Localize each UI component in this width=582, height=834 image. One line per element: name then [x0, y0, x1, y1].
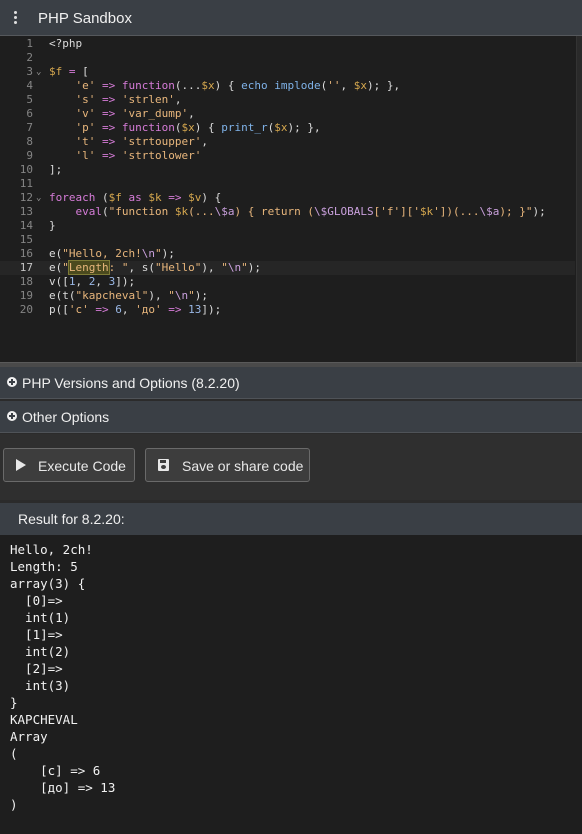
code-line[interactable]: 3 ⌄ $f = [: [0, 65, 575, 79]
code-text: <?php: [49, 37, 83, 50]
code-text: v([1, 2, 3]);: [49, 275, 136, 288]
other-options-section[interactable]: Other Options: [0, 401, 582, 433]
code-line[interactable]: 4 'e' => function(...$x) { echo implode(…: [0, 79, 575, 93]
output-line: Array: [10, 729, 48, 744]
code-line[interactable]: 7 'p' => function($x) { print_r($x); },: [0, 121, 575, 135]
output-line: int(3): [10, 678, 71, 693]
line-number: 1: [26, 37, 33, 50]
php-versions-label: PHP Versions and Options (8.2.20): [22, 375, 240, 391]
output-line: [2]=>: [10, 661, 63, 676]
php-versions-section[interactable]: PHP Versions and Options (8.2.20): [0, 367, 582, 399]
code-editor[interactable]: 1 <?php 2 3 ⌄ $f = [4 'e' => function(...$x) …: [0, 36, 582, 362]
code-line[interactable]: 2: [0, 51, 575, 65]
output-line: [до] => 13: [10, 780, 116, 795]
save-share-button[interactable]: Save or share code: [145, 448, 310, 482]
output-line: int(2): [10, 644, 71, 659]
line-number: 4: [26, 79, 33, 92]
code-text: foreach ($f as $k => $v) {: [49, 191, 222, 204]
output-line: }: [10, 695, 18, 710]
line-number: 15: [19, 233, 33, 246]
result-title: Result for 8.2.20:: [18, 511, 125, 527]
code-line[interactable]: 12 ⌄ foreach ($f as $k => $v) {: [0, 191, 575, 205]
code-text: p(['c' => 6, 'до' => 13]);: [49, 303, 222, 316]
code-line[interactable]: 9 'l' => 'strtolower': [0, 149, 575, 163]
code-text: e("Length: ", s("Hello"), "\n");: [49, 260, 261, 275]
line-number: 10: [19, 163, 33, 176]
other-options-label: Other Options: [22, 409, 110, 425]
code-line[interactable]: 14}: [0, 219, 575, 233]
play-icon: [16, 459, 26, 471]
output-line: [c] => 6: [10, 763, 101, 778]
action-bar: Execute Code Save or share code: [0, 434, 582, 500]
output-line: ): [10, 797, 18, 812]
code-line[interactable]: 18 v([1, 2, 3]);: [0, 275, 575, 289]
code-line[interactable]: 17 e("Length: ", s("Hello"), "\n");: [0, 260, 575, 275]
code-line[interactable]: 20 p(['c' => 6, 'до' => 13]);: [0, 303, 575, 317]
line-number: 16: [19, 247, 33, 260]
output-line: int(1): [10, 610, 71, 625]
line-number: 13: [19, 205, 33, 218]
line-number: 19: [19, 289, 33, 302]
kebab-menu-icon[interactable]: [10, 10, 22, 26]
code-text: 'l' => 'strtolower': [75, 149, 202, 162]
code-text: 'v' => 'var_dump',: [75, 107, 195, 120]
code-line[interactable]: 6 'v' => 'var_dump',: [0, 107, 575, 121]
line-number: 8: [26, 135, 33, 148]
expand-plus-icon: [7, 377, 17, 387]
line-number: 18: [19, 275, 33, 288]
line-number: 5: [26, 93, 33, 106]
output-line: array(3) {: [10, 576, 86, 591]
line-number: 14: [19, 219, 33, 232]
code-text: $f = [: [49, 65, 89, 78]
code-text: 's' => 'strlen',: [75, 93, 182, 106]
code-text: eval("function $k(...\$a) { return (\$GL…: [75, 205, 546, 218]
app-title: PHP Sandbox: [38, 10, 132, 27]
line-number: 3: [26, 65, 33, 78]
code-text: 'p' => function($x) { print_r($x); },: [75, 121, 321, 134]
line-number: 6: [26, 107, 33, 120]
code-text: ];: [49, 163, 63, 176]
code-text: e("Hello, 2ch!\n");: [49, 247, 175, 260]
code-text: }: [49, 219, 56, 232]
save-share-label: Save or share code: [182, 458, 304, 474]
execute-code-label: Execute Code: [38, 458, 126, 474]
code-line[interactable]: 10];: [0, 163, 575, 177]
code-line[interactable]: 11: [0, 177, 575, 191]
line-number: 9: [26, 149, 33, 162]
line-number: 17: [19, 261, 33, 274]
output-line: (: [10, 746, 18, 761]
floppy-disk-icon: [158, 459, 169, 471]
line-number: 2: [26, 51, 33, 64]
line-number: 7: [26, 121, 33, 134]
line-number: 11: [19, 177, 33, 190]
code-line[interactable]: 13 eval("function $k(...\$a) { return (\…: [0, 205, 575, 219]
title-bar: PHP Sandbox: [0, 0, 582, 36]
output-line: Hello, 2ch!: [10, 542, 93, 557]
line-number: 20: [19, 303, 33, 316]
output-line: KAPCHEVAL: [10, 712, 78, 727]
code-line[interactable]: 16 e("Hello, 2ch!\n");: [0, 247, 575, 261]
code-line[interactable]: 5 's' => 'strlen',: [0, 93, 575, 107]
result-output: Hello, 2ch! Length: 5 array(3) { [0]=> int…: [0, 535, 582, 834]
line-number: 12: [19, 191, 33, 204]
fold-chevron-icon[interactable]: ⌄: [36, 65, 46, 79]
execute-code-button[interactable]: Execute Code: [3, 448, 135, 482]
code-line[interactable]: 1 <?php: [0, 37, 575, 51]
output-line: [1]=>: [10, 627, 63, 642]
output-line: Length: 5: [10, 559, 78, 574]
code-text: 'e' => function(...$x) { echo implode(''…: [75, 79, 401, 92]
code-text: e(t("kapcheval"), "\n");: [49, 289, 208, 302]
editor-scrollbar[interactable]: [576, 36, 582, 362]
expand-plus-icon: [7, 411, 17, 421]
code-line[interactable]: 8 't' => 'strtoupper',: [0, 135, 575, 149]
code-line[interactable]: 19 e(t("kapcheval"), "\n");: [0, 289, 575, 303]
code-line[interactable]: 15: [0, 233, 575, 247]
code-text: 't' => 'strtoupper',: [75, 135, 208, 148]
result-header: Result for 8.2.20:: [0, 503, 582, 535]
fold-chevron-icon[interactable]: ⌄: [36, 191, 46, 205]
output-line: [0]=>: [10, 593, 63, 608]
